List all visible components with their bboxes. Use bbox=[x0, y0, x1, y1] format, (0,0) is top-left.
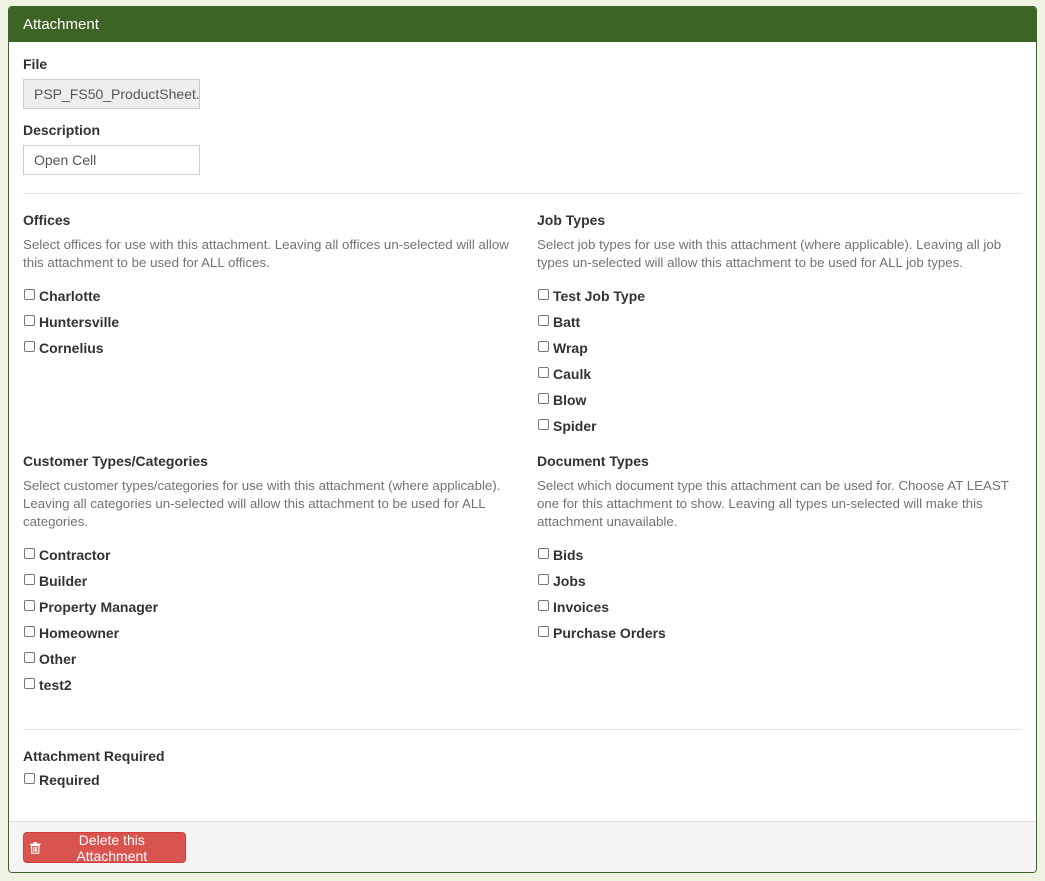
offices-help: Select offices for use with this attachm… bbox=[23, 237, 509, 270]
file-label: File bbox=[23, 56, 48, 72]
document-type-checkbox-purchase-orders[interactable]: Purchase Orders bbox=[537, 620, 1027, 646]
offices-section: Offices Select offices for use with this… bbox=[23, 212, 513, 361]
checkbox-box[interactable] bbox=[24, 340, 35, 352]
delete-attachment-button[interactable]: Delete this Attachment bbox=[23, 831, 186, 864]
customer-type-checkbox-property-manager[interactable]: Property Manager bbox=[23, 594, 513, 620]
customer-type-checkbox-homeowner[interactable]: Homeowner bbox=[23, 620, 513, 646]
document-types-list: Bids Jobs Invoices Purchase Orders bbox=[537, 542, 1027, 646]
job-type-checkbox-caulk[interactable]: Caulk bbox=[537, 361, 1027, 387]
job-types-help: Select job types for use with this attac… bbox=[537, 237, 1002, 270]
checkbox-box[interactable] bbox=[24, 288, 35, 300]
file-field[interactable]: PSP_FS50_ProductSheet.p bbox=[23, 79, 200, 109]
checkbox-box[interactable] bbox=[538, 573, 549, 585]
checkbox-box[interactable] bbox=[538, 599, 549, 611]
office-checkbox-cornelius[interactable]: Cornelius bbox=[23, 335, 513, 361]
job-types-title: Job Types bbox=[537, 212, 606, 228]
checkbox-box[interactable] bbox=[24, 677, 35, 689]
office-checkbox-charlotte[interactable]: Charlotte bbox=[23, 283, 513, 309]
divider bbox=[23, 729, 1022, 730]
checkbox-box[interactable] bbox=[538, 418, 549, 430]
checkbox-box[interactable] bbox=[538, 340, 549, 352]
office-checkbox-huntersville[interactable]: Huntersville bbox=[23, 309, 513, 335]
description-input[interactable]: Open Cell bbox=[23, 145, 200, 175]
document-types-help: Select which document type this attachme… bbox=[537, 478, 1009, 529]
document-types-section: Document Types Select which document typ… bbox=[537, 453, 1027, 646]
customer-types-list: Contractor Builder Property Manager Home… bbox=[23, 542, 513, 698]
customer-type-checkbox-contractor[interactable]: Contractor bbox=[23, 542, 513, 568]
job-type-checkbox-spider[interactable]: Spider bbox=[537, 413, 1027, 439]
customer-type-checkbox-test2[interactable]: test2 bbox=[23, 672, 513, 698]
checkbox-box[interactable] bbox=[24, 651, 35, 663]
checkbox-box[interactable] bbox=[24, 625, 35, 637]
checkbox-box[interactable] bbox=[24, 547, 35, 559]
customer-types-section: Customer Types/Categories Select custome… bbox=[23, 453, 513, 698]
checkbox-box[interactable] bbox=[538, 625, 549, 637]
required-checkbox[interactable]: Required bbox=[23, 767, 165, 793]
document-type-checkbox-bids[interactable]: Bids bbox=[537, 542, 1027, 568]
job-type-checkbox-wrap[interactable]: Wrap bbox=[537, 335, 1027, 361]
panel-body: File PSP_FS50_ProductSheet.p Description… bbox=[9, 42, 1036, 822]
document-type-checkbox-invoices[interactable]: Invoices bbox=[537, 594, 1027, 620]
checkbox-box[interactable] bbox=[24, 772, 35, 784]
delete-attachment-label: Delete this Attachment bbox=[76, 831, 148, 864]
trash-icon bbox=[30, 841, 41, 854]
checkbox-box[interactable] bbox=[538, 288, 549, 300]
customer-types-title: Customer Types/Categories bbox=[23, 453, 208, 469]
checkbox-box[interactable] bbox=[538, 366, 549, 378]
offices-title: Offices bbox=[23, 212, 71, 228]
offices-list: Charlotte Huntersville Cornelius bbox=[23, 283, 513, 361]
panel-footer: Delete this Attachment bbox=[9, 821, 1036, 872]
document-types-title: Document Types bbox=[537, 453, 649, 469]
customer-type-checkbox-builder[interactable]: Builder bbox=[23, 568, 513, 594]
checkbox-box[interactable] bbox=[24, 573, 35, 585]
checkbox-box[interactable] bbox=[24, 599, 35, 611]
customer-types-help: Select customer types/categories for use… bbox=[23, 478, 501, 529]
panel-title: Attachment bbox=[9, 7, 1036, 42]
required-section: Attachment Required Required bbox=[23, 748, 165, 793]
checkbox-box[interactable] bbox=[24, 314, 35, 326]
customer-type-checkbox-other[interactable]: Other bbox=[23, 646, 513, 672]
job-type-checkbox-test-job-type[interactable]: Test Job Type bbox=[537, 283, 1027, 309]
checkbox-box[interactable] bbox=[538, 392, 549, 404]
job-type-checkbox-batt[interactable]: Batt bbox=[537, 309, 1027, 335]
divider bbox=[23, 193, 1022, 194]
job-types-section: Job Types Select job types for use with … bbox=[537, 212, 1027, 439]
job-type-checkbox-blow[interactable]: Blow bbox=[537, 387, 1027, 413]
document-type-checkbox-jobs[interactable]: Jobs bbox=[537, 568, 1027, 594]
required-title: Attachment Required bbox=[23, 748, 165, 764]
job-types-list: Test Job Type Batt Wrap Caulk Blow Spide… bbox=[537, 283, 1027, 439]
description-label: Description bbox=[23, 122, 101, 138]
checkbox-box[interactable] bbox=[538, 314, 549, 326]
attachment-panel: Attachment File PSP_FS50_ProductSheet.p … bbox=[8, 6, 1037, 873]
checkbox-box[interactable] bbox=[538, 547, 549, 559]
